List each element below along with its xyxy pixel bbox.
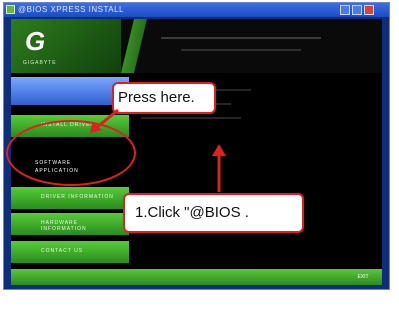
- header-band: [121, 19, 382, 73]
- nav-item-3[interactable]: DRIVER INFORMATION: [11, 187, 129, 209]
- nav-label: HARDWARE INFORMATION: [41, 220, 87, 232]
- exit-button[interactable]: EXIT: [351, 272, 375, 282]
- nav-contact-us[interactable]: CONTACT US: [11, 241, 129, 263]
- window-title: @BIOS XPRESS INSTALL: [18, 5, 125, 14]
- nav-label: DRIVER INFORMATION: [41, 194, 114, 200]
- press-arrow-icon: [90, 108, 119, 133]
- g-logo-icon: G: [25, 26, 46, 56]
- nav-hardware-information[interactable]: HARDWARE INFORMATION: [11, 213, 129, 235]
- click-arrow-icon: [212, 144, 226, 192]
- close-button[interactable]: [364, 5, 374, 15]
- title-bar[interactable]: @BIOS XPRESS INSTALL: [4, 3, 389, 17]
- press-here-callout: Press here.: [112, 82, 216, 114]
- nav-label: CONTACT US: [41, 248, 84, 254]
- bottom-bar: [11, 269, 382, 285]
- maximize-button[interactable]: [352, 5, 362, 15]
- logo-word: GIGABYTE: [23, 60, 57, 66]
- click-bios-callout: 1.Click "@BIOS .: [123, 193, 304, 233]
- minimize-button[interactable]: [340, 5, 350, 15]
- app-icon: [6, 5, 15, 14]
- gigabyte-logo: G GIGABYTE: [11, 19, 121, 73]
